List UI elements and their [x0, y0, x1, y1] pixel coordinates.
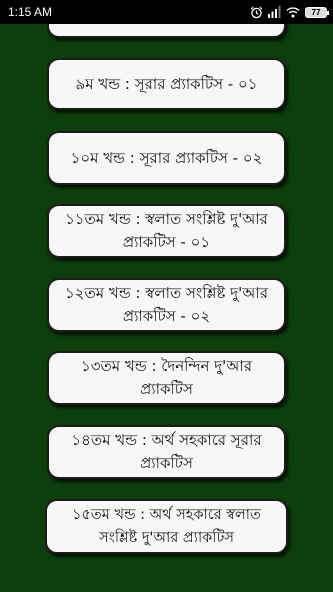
alarm-icon [250, 6, 263, 19]
list-item-part-9[interactable]: ৯ম খন্ড : সূরার প্র্যাকটিস - ০১ [47, 58, 286, 110]
list-item-part-15[interactable]: ১৫তম খন্ড : অর্থ সহকারে স্বলাত সংশ্লিষ্ট… [45, 499, 288, 554]
status-icons: 77 [250, 4, 329, 20]
list-item-label: ১২তম খন্ড : স্বলাত সংশ্লিষ্ট দু'আর প্র্য… [65, 284, 268, 325]
battery-icon: 77 [305, 6, 329, 18]
battery-level: 77 [311, 7, 321, 17]
signal-icon [268, 6, 281, 18]
list-item-part-10[interactable]: ১০ম খন্ড : সূরার প্র্যাকটিস - ০২ [47, 131, 286, 185]
list-item-part-14[interactable]: ১৪তম খন্ড : অর্থ সহকারে সূরার প্র্যাকটিস [47, 425, 286, 479]
list-item-label: ১৫তম খন্ড : অর্থ সহকারে স্বলাত সংশ্লিষ্ট… [72, 506, 261, 546]
status-time: 1:15 AM [8, 5, 53, 19]
list-item-part-12[interactable]: ১২তম খন্ড : স্বলাত সংশ্লিষ্ট দু'আর প্র্য… [47, 278, 286, 332]
list-item-label: ১৩তম খন্ড : দৈনন্দিন দু'আর প্র্যাকটিস [81, 357, 252, 398]
list-item-label: ৯ম খন্ড : সূরার প্র্যাকটিস - ০১ [75, 74, 258, 93]
list-item-label: ১০ম খন্ড : সূরার প্র্যাকটিস - ০২ [70, 148, 263, 167]
status-bar: 1:15 AM 77 [0, 0, 333, 24]
list-item-label: ১১তম খন্ড : স্বলাত সংশ্লিষ্ট দু'আর প্র্য… [65, 210, 268, 251]
list-item-part-13[interactable]: ১৩তম খন্ড : দৈনন্দিন দু'আর প্র্যাকটিস [47, 351, 286, 405]
wifi-icon [286, 6, 300, 18]
list-item-label: ১৪তম খন্ড : অর্থ সহকারে সূরার প্র্যাকটিস [71, 431, 262, 472]
list-item-part-11[interactable]: ১১তম খন্ড : স্বলাত সংশ্লিষ্ট দু'আর প্র্য… [47, 204, 286, 258]
